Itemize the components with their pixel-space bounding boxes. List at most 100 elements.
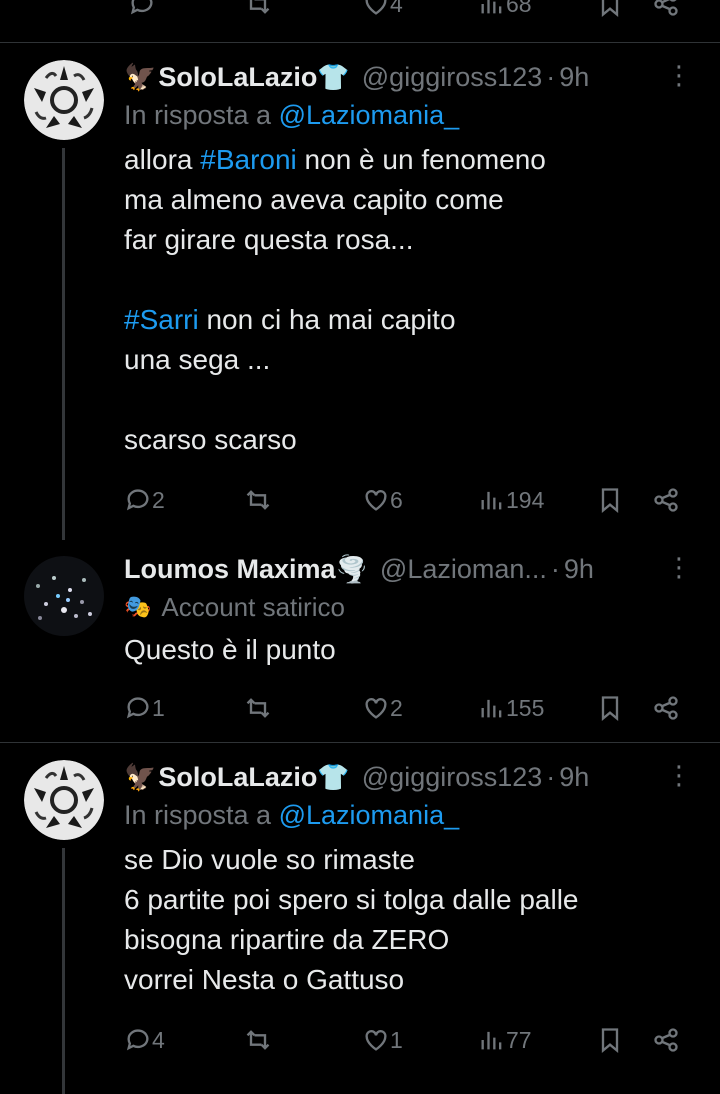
tweet-text-line bbox=[124, 260, 690, 300]
bookmark-icon bbox=[601, 488, 619, 513]
share-icon bbox=[654, 696, 678, 720]
more-options-icon[interactable]: ⋮ bbox=[666, 552, 692, 583]
shirt-emoji: 👕 bbox=[317, 61, 350, 92]
account-label-text: Account satirico bbox=[161, 591, 345, 622]
bookmark-button[interactable] bbox=[596, 480, 624, 520]
hashtag-link[interactable]: #Baroni bbox=[200, 144, 297, 175]
reply-count: 4 bbox=[152, 1026, 165, 1053]
display-name[interactable]: Loumos Maxima bbox=[124, 554, 336, 585]
tweet-header: 🦅 SoloLaLazio 👕 @giggiross123 · 9h ⋮ bbox=[124, 760, 692, 794]
thread-line bbox=[62, 848, 65, 1094]
bookmark-icon bbox=[601, 696, 619, 721]
tweet-text-line: allora #Baroni non è un fenomeno bbox=[124, 140, 690, 180]
retweet-icon bbox=[246, 698, 270, 718]
bookmark-button[interactable] bbox=[596, 688, 624, 728]
tweet-text-line: ma almeno aveva capito come bbox=[124, 184, 504, 215]
reply-context: In risposta a @Laziomania_ bbox=[124, 800, 690, 834]
tweet-text-line: una sega ... bbox=[124, 344, 271, 375]
like-button[interactable]: 6 bbox=[362, 480, 403, 520]
reply-button[interactable] bbox=[128, 0, 156, 24]
heart-icon bbox=[365, 0, 387, 15]
views-button[interactable]: 77 bbox=[478, 1020, 532, 1060]
tweet[interactable]: Loumos Maxima 🌪️ @Lazioman... · 9h ⋮ 🎭 A… bbox=[0, 552, 720, 752]
heart-icon bbox=[365, 1030, 387, 1051]
user-handle[interactable]: @giggiross123 bbox=[362, 762, 543, 793]
tweet-actions: 2 6 194 bbox=[124, 480, 684, 520]
retweet-button[interactable] bbox=[244, 0, 272, 24]
previous-tweet-actions: 4 68 bbox=[0, 0, 720, 43]
timestamp[interactable]: 9h bbox=[559, 62, 589, 93]
reply-icon bbox=[126, 489, 149, 511]
tweet-text-segment: non ci ha mai capito bbox=[198, 304, 456, 335]
avatar[interactable] bbox=[24, 556, 104, 636]
retweet-icon bbox=[248, 0, 270, 14]
share-icon bbox=[654, 0, 678, 16]
theater-mask-icon: 🎭 bbox=[124, 594, 152, 619]
views-button[interactable]: 155 bbox=[478, 688, 544, 728]
share-button[interactable] bbox=[652, 688, 680, 728]
heart-icon bbox=[365, 490, 387, 511]
tweet-actions: 4 1 77 bbox=[124, 1020, 684, 1060]
tweet-actions: 1 2 155 bbox=[124, 688, 684, 728]
share-button[interactable] bbox=[652, 1020, 680, 1060]
tweet-text: allora #Baroni non è un fenomeno ma almen… bbox=[124, 140, 690, 460]
share-button[interactable] bbox=[652, 0, 680, 24]
timestamp[interactable]: 9h bbox=[564, 554, 594, 585]
reply-prefix: In risposta a bbox=[124, 100, 272, 130]
like-count: 6 bbox=[390, 486, 403, 513]
retweet-button[interactable] bbox=[244, 1020, 272, 1060]
tweet-text: Questo è il punto bbox=[124, 634, 336, 665]
tweet-text-line: #Sarri non ci ha mai capito bbox=[124, 300, 690, 340]
heart-icon bbox=[365, 698, 387, 719]
avatar[interactable] bbox=[24, 60, 104, 140]
views-count: 68 bbox=[506, 0, 532, 17]
user-handle[interactable]: @Lazioman... bbox=[380, 554, 547, 585]
like-button[interactable]: 4 bbox=[362, 0, 403, 24]
shirt-emoji: 👕 bbox=[317, 761, 350, 792]
views-button[interactable]: 68 bbox=[478, 0, 532, 24]
bookmark-button[interactable] bbox=[596, 0, 624, 24]
like-button[interactable]: 1 bbox=[362, 1020, 403, 1060]
like-count: 2 bbox=[390, 694, 403, 721]
hashtag-link[interactable]: #Sarri bbox=[124, 304, 199, 335]
more-options-icon[interactable]: ⋮ bbox=[666, 60, 692, 91]
share-button[interactable] bbox=[652, 480, 680, 520]
like-count: 1 bbox=[390, 1026, 403, 1053]
reply-button[interactable]: 4 bbox=[124, 1020, 165, 1060]
reply-button[interactable]: 1 bbox=[124, 688, 165, 728]
display-name[interactable]: SoloLaLazio bbox=[158, 62, 317, 93]
display-name[interactable]: SoloLaLazio bbox=[158, 762, 317, 793]
tweet[interactable]: 🦅 SoloLaLazio 👕 @giggiross123 · 9h ⋮ In … bbox=[0, 760, 720, 1094]
reply-button[interactable]: 2 bbox=[124, 480, 165, 520]
bookmark-icon bbox=[601, 0, 619, 17]
avatar[interactable] bbox=[24, 760, 104, 840]
retweet-button[interactable] bbox=[244, 480, 272, 520]
tweet[interactable]: 🦅 SoloLaLazio 👕 @giggiross123 · 9h ⋮ In … bbox=[0, 60, 720, 540]
views-button[interactable]: 194 bbox=[478, 480, 544, 520]
like-count: 4 bbox=[390, 0, 403, 17]
eagle-emoji: 🦅 bbox=[124, 61, 157, 92]
views-icon bbox=[481, 1031, 502, 1050]
reply-count: 2 bbox=[152, 486, 165, 513]
views-count: 155 bbox=[506, 694, 545, 721]
tweet-text-line: scarso scarso bbox=[124, 424, 297, 455]
separator-dot: · bbox=[546, 761, 556, 792]
like-button[interactable]: 2 bbox=[362, 688, 403, 728]
separator-dot: · bbox=[550, 553, 560, 584]
separator-dot: · bbox=[546, 61, 556, 92]
eagle-emoji: 🦅 bbox=[124, 761, 157, 792]
reply-mention-link[interactable]: @Laziomania_ bbox=[279, 100, 460, 130]
bookmark-button[interactable] bbox=[596, 1020, 624, 1060]
tweet-text: se Dio vuole so rimaste 6 partite poi sp… bbox=[124, 844, 579, 995]
retweet-button[interactable] bbox=[244, 688, 272, 728]
user-handle[interactable]: @giggiross123 bbox=[362, 62, 543, 93]
timestamp[interactable]: 9h bbox=[559, 762, 589, 793]
more-options-icon[interactable]: ⋮ bbox=[666, 760, 692, 791]
soccer-ball-avatar-image bbox=[24, 60, 104, 140]
share-icon bbox=[654, 488, 678, 512]
reply-icon bbox=[130, 0, 153, 15]
views-count: 194 bbox=[506, 486, 545, 513]
crowd-avatar-image bbox=[24, 556, 104, 636]
retweet-icon bbox=[246, 490, 270, 510]
reply-mention-link[interactable]: @Laziomania_ bbox=[279, 800, 460, 830]
